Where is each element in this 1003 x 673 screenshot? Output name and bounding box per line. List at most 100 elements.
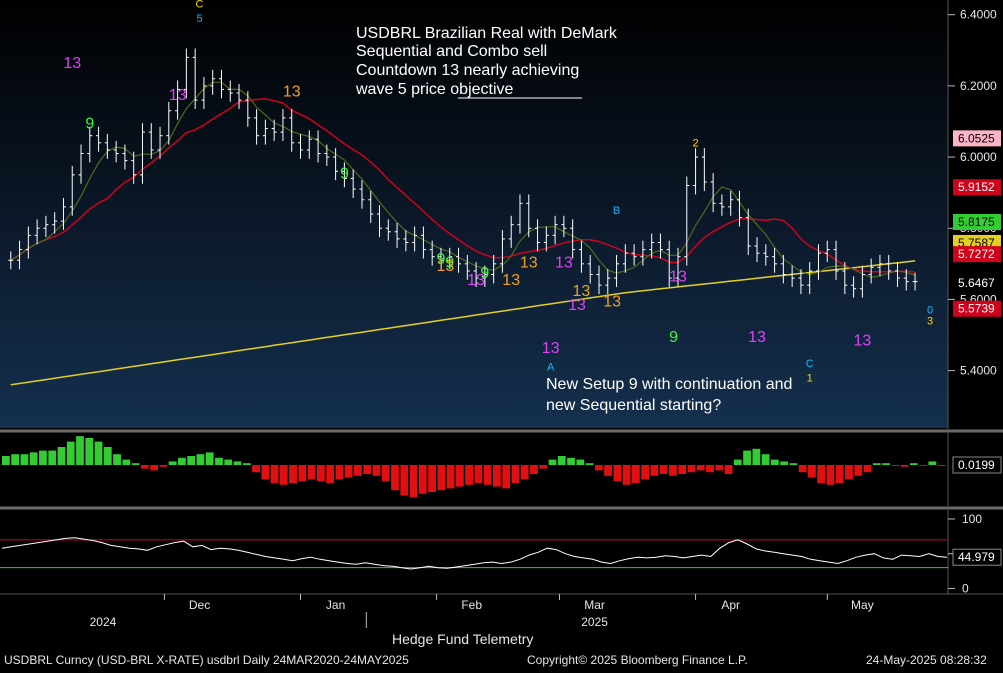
price-tick-label: 6.0000 [960,150,997,164]
price-label-text: 5.6467 [958,276,995,290]
histogram-bar [706,465,714,473]
bottom-annotation-line-2: new Sequential starting? [546,397,721,414]
histogram-bar [594,465,603,471]
histogram-bar [826,465,835,485]
histogram-bar [39,450,47,465]
histogram-bar [279,465,288,485]
histogram-bar [85,438,94,465]
histogram-bar [205,452,214,465]
footer-copyright: Copyright© 2025 Bloomberg Finance L.P. [527,653,748,667]
histogram-bar [20,454,29,465]
histogram-bar [409,465,418,498]
price-label-text: 6.0525 [958,131,995,145]
histogram-bar [131,463,140,465]
month-label: Jan [326,598,345,612]
month-label: Feb [461,598,482,612]
demark-count-label: 13 [169,87,187,104]
histogram-bar [632,465,640,483]
demark-count-label: 13 [283,84,301,101]
histogram-bar [909,463,918,465]
histogram-bar [641,465,650,480]
histogram-bar [335,465,344,480]
histogram-bar [928,461,937,465]
histogram-bar [937,465,946,466]
histogram-bar [733,459,742,465]
demark-count-label: 13 [568,297,586,314]
histogram-bar [354,465,362,476]
histogram-bar [780,461,788,465]
histogram-bar [113,454,121,465]
histogram-bar [122,459,131,465]
histogram-bar [715,465,724,471]
demark-count-label: 1 [807,372,813,384]
histogram-bar [669,465,677,476]
histogram-bar [520,465,529,480]
histogram-bar [678,465,687,474]
price-tick-label: 5.4000 [960,364,997,378]
month-label: Mar [584,598,605,612]
year-label: 2025 [581,615,608,629]
histogram-bar [270,465,279,483]
histogram-bar [576,459,585,465]
bottom-annotation-line-1: New Setup 9 with continuation and [546,376,792,393]
histogram-bar [103,447,112,465]
title-annotation-line-1: USDBRL Brazilian Real with DeMark [356,25,618,42]
price-label-text: 5.9152 [958,180,995,194]
histogram-bar [150,465,158,471]
demark-count-label: B [613,205,620,217]
demark-count-label: A [547,362,555,374]
histogram-bar [187,456,196,465]
demark-count-label: 5 [196,13,202,25]
demark-count-label: C [806,358,814,370]
demark-count-label: 13 [63,55,81,72]
demark-count-label: 13 [603,294,621,311]
histogram-bar [159,465,168,467]
histogram-bar [557,456,566,465]
histogram-bar [863,465,872,473]
histogram-bar [567,457,575,465]
demark-count-label: 3 [927,315,933,327]
histogram-bar [511,465,520,483]
histogram-bar [418,465,427,494]
histogram-bar [798,465,807,473]
histogram-bar [483,465,492,485]
histogram-bar [391,465,399,491]
demark-count-label: 13 [853,333,871,350]
histogram-bar [743,450,751,465]
histogram-bar [372,465,381,476]
histogram-bar [48,450,57,465]
histogram-bar [94,441,103,465]
histogram-bar [817,465,826,483]
rsi-tick-label: 100 [962,512,982,526]
histogram-bar [724,465,733,474]
histogram-bar [363,465,372,474]
histogram-bar [289,465,297,483]
histogram-bar [696,465,705,471]
histogram-bar [233,461,242,465]
month-label: May [851,598,874,612]
price-label-text: 5.7272 [958,247,995,261]
demark-count-label: 2 [693,137,699,149]
histogram-bar [252,465,260,473]
histogram-bar [178,457,186,465]
chart-svg: C51313 131313131313131313 1313999 99131392A… [0,0,1003,629]
histogram-bar [502,465,511,489]
price-tick-label: 6.2000 [960,79,997,93]
histogram-bar [659,465,668,474]
histogram-bar [752,448,761,465]
demark-count-label: 13 [555,254,573,271]
rsi-tick-label: 0 [962,582,969,596]
histogram-bar [882,463,890,465]
demark-count-label: 9 [85,116,94,133]
histogram-bar [140,465,149,469]
histogram-bar [845,465,853,480]
year-label: 2024 [90,615,117,629]
histogram-bar [872,463,881,465]
footer-timestamp: 24-May-2025 08:28:32 [866,653,987,667]
histogram-bar [298,465,307,482]
histogram-bar [919,465,927,466]
histogram-bar [900,465,909,467]
histogram-bar [530,465,538,474]
histogram-bar [854,465,863,476]
histogram-bar [437,465,446,491]
